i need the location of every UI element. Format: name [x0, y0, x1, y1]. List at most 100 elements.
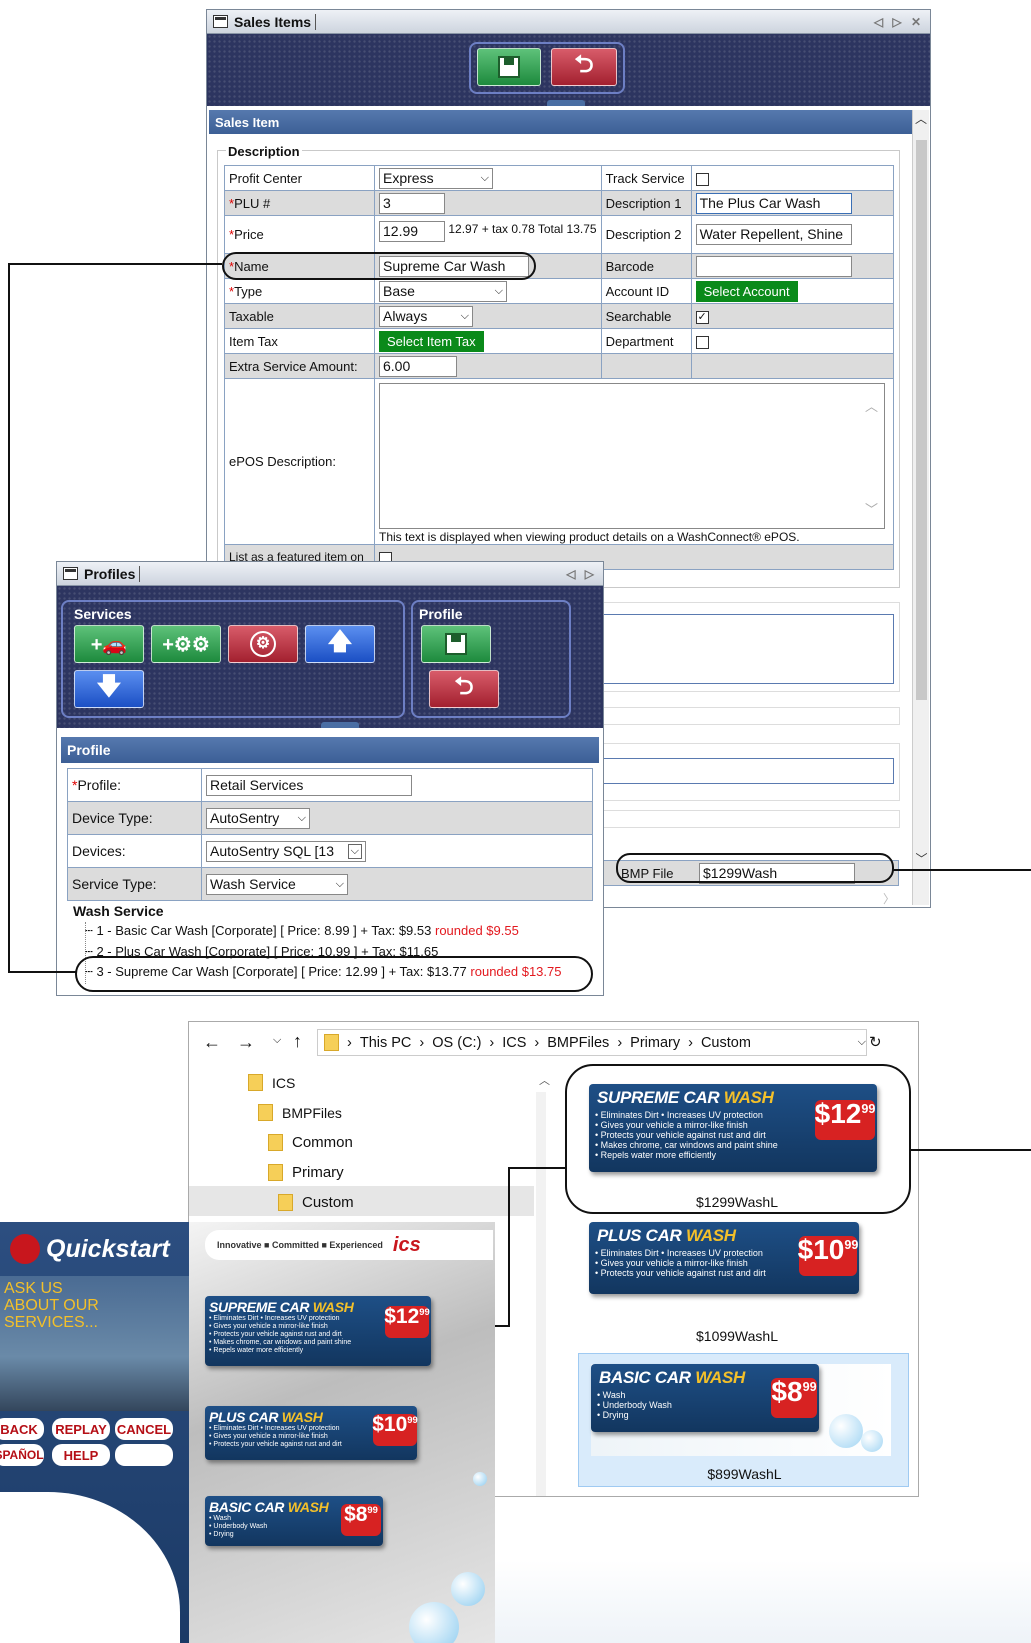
type-select[interactable]: Base ⌵ [379, 280, 507, 302]
collapse-handle[interactable] [547, 100, 585, 106]
arrow-up-icon: 🡅 [327, 627, 353, 655]
description2-label: Description 2 [600, 215, 692, 254]
profile-label: *Profile: [67, 768, 202, 802]
tree-item-custom[interactable]: Custom [278, 1194, 354, 1211]
tree-item-common[interactable]: Common [268, 1134, 353, 1151]
searchable-checkbox[interactable]: ✓ [695, 310, 709, 324]
back-arrow-icon[interactable]: ← [203, 1032, 221, 1053]
textarea-scroll-down-icon[interactable]: ﹀ [865, 499, 878, 518]
blank-button[interactable] [115, 1444, 173, 1466]
extra-service-label: Extra Service Amount: [224, 353, 375, 379]
undo-profile-button[interactable]: ⮌ [429, 670, 499, 708]
window-controls-icon[interactable]: ◁ ▷ ✕ [874, 15, 924, 29]
connector-line [8, 263, 222, 265]
window-nav-icon[interactable]: ◁ ▷ [566, 567, 597, 581]
replay-button[interactable]: REPLAY [52, 1418, 110, 1440]
floppy-icon [498, 56, 520, 78]
wash-service-title: Wash Service [73, 903, 164, 919]
address-bar[interactable]: › This PC › OS (C:) › ICS › BMPFiles › Primar… [317, 1029, 867, 1056]
bubble-icon [473, 1472, 487, 1486]
profile-form: *Profile: Retail Services Device Type: A… [67, 768, 593, 901]
barcode-input[interactable] [695, 255, 852, 277]
description2-input[interactable]: Water Repellent, Shine [695, 224, 852, 245]
return-arrow-icon: ⮌ [454, 672, 474, 700]
help-button[interactable]: HELP [52, 1444, 110, 1466]
save-profile-button[interactable] [421, 625, 491, 663]
devices-select[interactable]: AutoSentry SQL [13 ⌵ [206, 840, 366, 862]
department-checkbox[interactable] [695, 335, 709, 349]
device-type-select[interactable]: AutoSentry ⌵ [206, 807, 310, 829]
item-tax-label: Item Tax [224, 328, 375, 354]
move-down-button[interactable]: 🡇 [74, 670, 144, 708]
history-dropdown-icon[interactable]: ⌵ [273, 1034, 281, 1047]
address-dropdown-icon[interactable]: ⌵ [858, 1036, 866, 1049]
espanol-button[interactable]: SPAÑOL [0, 1444, 44, 1466]
pane-scroll-up-icon[interactable]: ︿ [539, 1072, 550, 1088]
up-arrow-icon[interactable]: ↑ [293, 1031, 302, 1052]
select-item-tax-button[interactable]: Select Item Tax [379, 330, 484, 352]
bubble-icon [451, 1572, 485, 1606]
folder-icon [258, 1104, 273, 1121]
scroll-right-icon[interactable]: 〉 [883, 890, 895, 907]
breadcrumb-item[interactable]: Primary [630, 1035, 680, 1051]
file-item-plus[interactable]: PLUS CAR WASH Eliminates Dirt • Increase… [589, 1222, 885, 1350]
save-button[interactable] [477, 48, 541, 86]
tree-item-ics[interactable]: ICS [248, 1074, 295, 1091]
move-up-button[interactable]: 🡅 [305, 625, 375, 663]
add-settings-button[interactable]: +⚙⚙ [151, 625, 221, 663]
wash-service-item[interactable]: ┄ 1 - Basic Car Wash [Corporate] [ Price… [85, 921, 562, 942]
tree-item-bmpfiles[interactable]: BMPFiles [258, 1104, 342, 1121]
textarea-scroll-up-icon[interactable]: ︿ [865, 396, 878, 415]
ics-logo: ics [392, 1233, 421, 1256]
breadcrumb-item[interactable]: This PC [360, 1035, 412, 1051]
profile-toolbar-label: Profile [419, 606, 463, 622]
breadcrumb-item[interactable]: OS (C:) [432, 1035, 481, 1051]
add-gears-icon: +⚙⚙ [162, 633, 210, 656]
connector-line [508, 1167, 510, 1327]
kiosk-basic-item[interactable]: BASIC CAR WASH WashUnderbody WashDrying … [205, 1496, 383, 1546]
plu-input[interactable]: 3 [379, 192, 445, 214]
back-button[interactable]: BACK [0, 1418, 44, 1440]
select-account-button[interactable]: Select Account [695, 280, 798, 302]
add-car-service-button[interactable]: +🚗 [74, 625, 144, 663]
description-legend: Description [226, 144, 302, 159]
description1-input[interactable]: The Plus Car Wash [695, 192, 852, 214]
epos-description-textarea[interactable]: ︿ ﹀ [379, 383, 885, 529]
refresh-icon[interactable]: ↻ [869, 1033, 882, 1051]
kiosk-supreme-item[interactable]: SUPREME CAR WASH Eliminates Dirt • Incre… [205, 1296, 431, 1366]
scroll-up-icon[interactable]: ︿ [913, 110, 929, 127]
profit-center-select[interactable]: Express ⌵ [379, 167, 493, 189]
undo-button[interactable]: ⮌ [551, 48, 617, 86]
vertical-scrollbar[interactable]: ︿ ﹀ [912, 110, 929, 905]
sales-toolbar: ⮌ [207, 34, 930, 106]
price-badge: $12 99 [384, 1306, 430, 1338]
remove-gear-icon: ⚙ [250, 631, 276, 657]
extra-service-input[interactable]: 6.00 [379, 355, 457, 377]
breadcrumb-item[interactable]: ICS [502, 1035, 526, 1051]
explorer-navbar: ← → ⌵ ↑ › This PC › OS (C:) › ICS › BMPFiles… [189, 1022, 918, 1064]
forward-arrow-icon[interactable]: → [237, 1032, 255, 1053]
kiosk-plus-item[interactable]: PLUS CAR WASH Eliminates Dirt • Increase… [205, 1406, 418, 1460]
remove-service-button[interactable]: ⚙ [228, 625, 298, 663]
collapse-handle[interactable] [321, 722, 359, 728]
track-service-checkbox[interactable] [695, 172, 709, 186]
scroll-down-icon[interactable]: ﹀ [913, 850, 930, 867]
breadcrumb-item[interactable]: BMPFiles [547, 1035, 609, 1051]
plus-wash-thumbnail: PLUS CAR WASH Eliminates Dirt • Increase… [589, 1222, 859, 1294]
profile-input[interactable]: Retail Services [206, 774, 412, 796]
plu-label: *PLU # [224, 190, 375, 216]
service-type-select[interactable]: Wash Service ⌵ [206, 873, 348, 895]
price-input[interactable]: 12.99 [379, 221, 445, 242]
cancel-button[interactable]: CANCEL [115, 1418, 173, 1440]
tree-item-primary[interactable]: Primary [268, 1164, 344, 1181]
folder-icon [324, 1034, 339, 1051]
breadcrumb-item[interactable]: Custom [701, 1035, 751, 1051]
file-item-basic-selected[interactable]: BASIC CAR WASH WashUnderbody WashDrying … [578, 1353, 909, 1487]
connector-line [910, 1149, 1031, 1151]
sales-items-titlebar: Sales Items ◁ ▷ ✕ [207, 10, 930, 34]
file-name: $1099WashL [696, 1328, 778, 1344]
pane-scrollbar[interactable] [536, 1092, 546, 1496]
taxable-select[interactable]: Always ⌵ [379, 305, 473, 327]
scroll-thumb[interactable] [916, 140, 927, 700]
epos-label: ePOS Description: [224, 378, 375, 545]
